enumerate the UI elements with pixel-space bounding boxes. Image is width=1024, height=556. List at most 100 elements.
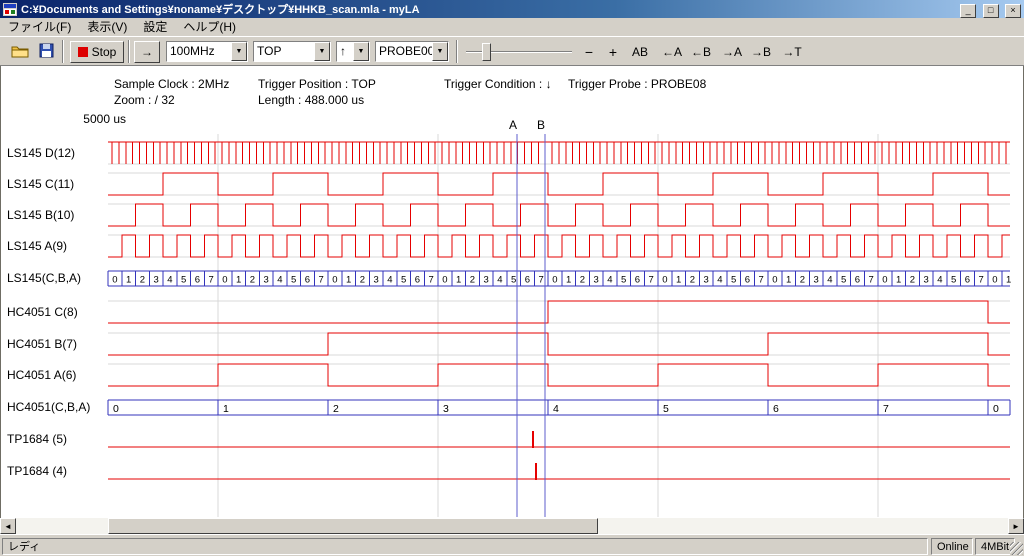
svg-text:6: 6 (415, 275, 420, 286)
svg-text:5: 5 (511, 275, 516, 286)
menu-settings[interactable]: 設定 (135, 18, 175, 36)
svg-text:A: A (509, 118, 517, 132)
ab-cursors-button[interactable]: AB (627, 42, 653, 62)
zoom-info: Zoom : / 32 (114, 93, 175, 107)
channel-label-hc4051-b: HC4051 B(7) (7, 337, 77, 351)
svg-text:0: 0 (882, 275, 887, 286)
scroll-right-icon[interactable]: ► (1008, 518, 1024, 534)
zoom-slider-thumb[interactable] (482, 43, 491, 61)
channel-label-ls145-bus: LS145(C,B,A) (7, 271, 81, 285)
minimize-button[interactable]: _ (960, 4, 976, 18)
trigger-edge-select[interactable]: ↑ ▼ (336, 41, 370, 62)
svg-text:3: 3 (923, 275, 928, 286)
zoom-slider[interactable] (466, 42, 572, 62)
trigger-position-select[interactable]: TOP ▼ (253, 41, 331, 62)
channel-label-hc4051-c: HC4051 C(8) (7, 305, 78, 319)
zoom-in-button[interactable]: + (602, 42, 624, 62)
channel-label-hc4051-a: HC4051 A(6) (7, 368, 76, 382)
svg-text:6: 6 (195, 275, 200, 286)
svg-text:1: 1 (346, 275, 351, 286)
svg-text:3: 3 (263, 275, 268, 286)
close-button[interactable]: × (1005, 4, 1021, 18)
svg-text:3: 3 (703, 275, 708, 286)
svg-text:1: 1 (126, 275, 131, 286)
goto-cursor-a-left-button[interactable]: ←A (658, 42, 686, 62)
svg-text:7: 7 (868, 275, 873, 286)
trigger-condition-info: Trigger Condition : ↓ (444, 77, 552, 91)
goto-cursor-b-right-button[interactable]: →B (747, 42, 775, 62)
svg-text:1: 1 (223, 403, 229, 415)
svg-text:0: 0 (442, 275, 447, 286)
svg-text:6: 6 (855, 275, 860, 286)
status-online-badge: Online (931, 538, 973, 555)
svg-text:7: 7 (978, 275, 983, 286)
chevron-down-icon: ▼ (314, 42, 330, 61)
svg-text:0: 0 (662, 275, 667, 286)
svg-text:4: 4 (937, 275, 942, 286)
zoom-out-button[interactable]: − (578, 42, 600, 62)
goto-cursor-b-left-button[interactable]: ←B (687, 42, 715, 62)
svg-text:7: 7 (758, 275, 763, 286)
svg-text:5: 5 (841, 275, 846, 286)
goto-cursor-a-right-button[interactable]: →A (718, 42, 746, 62)
menu-view[interactable]: 表示(V) (79, 18, 135, 36)
toolbar: Stop → 100MHz ▼ TOP ▼ ↑ ▼ PROBE00 ▼ − + … (0, 36, 1024, 66)
stop-button[interactable]: Stop (70, 41, 124, 63)
menubar: ファイル(F) 表示(V) 設定 ヘルプ(H) (0, 18, 1024, 36)
menu-file[interactable]: ファイル(F) (0, 18, 79, 36)
svg-text:3: 3 (443, 403, 449, 415)
chevron-down-icon: ▼ (231, 42, 247, 61)
svg-text:2: 2 (360, 275, 365, 286)
menu-help[interactable]: ヘルプ(H) (175, 18, 244, 36)
channel-label-ls145-d: LS145 D(12) (7, 146, 75, 160)
maximize-button[interactable]: □ (983, 4, 999, 18)
horizontal-scrollbar[interactable]: ◄ ► (0, 518, 1024, 534)
svg-text:3: 3 (593, 275, 598, 286)
svg-text:7: 7 (883, 403, 889, 415)
svg-text:6: 6 (305, 275, 310, 286)
svg-text:2: 2 (910, 275, 915, 286)
svg-text:7: 7 (428, 275, 433, 286)
svg-text:4: 4 (277, 275, 282, 286)
channel-label-ls145-a: LS145 A(9) (7, 239, 67, 253)
svg-text:6: 6 (745, 275, 750, 286)
svg-text:2: 2 (333, 403, 339, 415)
window-title: C:¥Documents and Settings¥noname¥デスクトップ¥… (21, 1, 958, 17)
svg-text:1: 1 (236, 275, 241, 286)
svg-text:5: 5 (951, 275, 956, 286)
run-arrow-icon: → (141, 45, 153, 59)
goto-trigger-button[interactable]: →T (778, 42, 806, 62)
trigger-position-info: Trigger Position : TOP (258, 77, 376, 91)
svg-text:1: 1 (896, 275, 901, 286)
svg-text:2: 2 (140, 275, 145, 286)
channel-label-tp1684-4: TP1684 (4) (7, 464, 67, 478)
svg-text:2: 2 (250, 275, 255, 286)
svg-text:4: 4 (553, 403, 559, 415)
scrollbar-thumb[interactable] (108, 518, 598, 534)
run-button[interactable]: → (134, 41, 160, 63)
svg-text:0: 0 (992, 275, 997, 286)
length-info: Length : 488.000 us (258, 93, 364, 107)
resize-grip[interactable] (1010, 542, 1023, 555)
svg-text:1: 1 (456, 275, 461, 286)
sample-clock-info: Sample Clock : 2MHz (114, 77, 229, 91)
svg-text:5: 5 (731, 275, 736, 286)
svg-text:7: 7 (208, 275, 213, 286)
save-button[interactable] (34, 40, 58, 64)
svg-text:0: 0 (113, 403, 119, 415)
svg-text:2: 2 (470, 275, 475, 286)
window-controls: _ □ × (958, 0, 1021, 18)
channel-label-ls145-b: LS145 B(10) (7, 208, 74, 222)
svg-text:4: 4 (827, 275, 832, 286)
open-file-button[interactable] (8, 40, 32, 64)
sample-clock-select[interactable]: 100MHz ▼ (166, 41, 248, 62)
svg-text:6: 6 (965, 275, 970, 286)
trigger-probe-select[interactable]: PROBE00 ▼ (375, 41, 449, 62)
svg-text:4: 4 (387, 275, 392, 286)
svg-text:0: 0 (772, 275, 777, 286)
toolbar-separator (128, 40, 130, 63)
stop-label: Stop (92, 45, 117, 59)
scroll-left-icon[interactable]: ◄ (0, 518, 16, 534)
trigger-probe-value: PROBE00 (376, 42, 432, 61)
svg-text:3: 3 (153, 275, 158, 286)
